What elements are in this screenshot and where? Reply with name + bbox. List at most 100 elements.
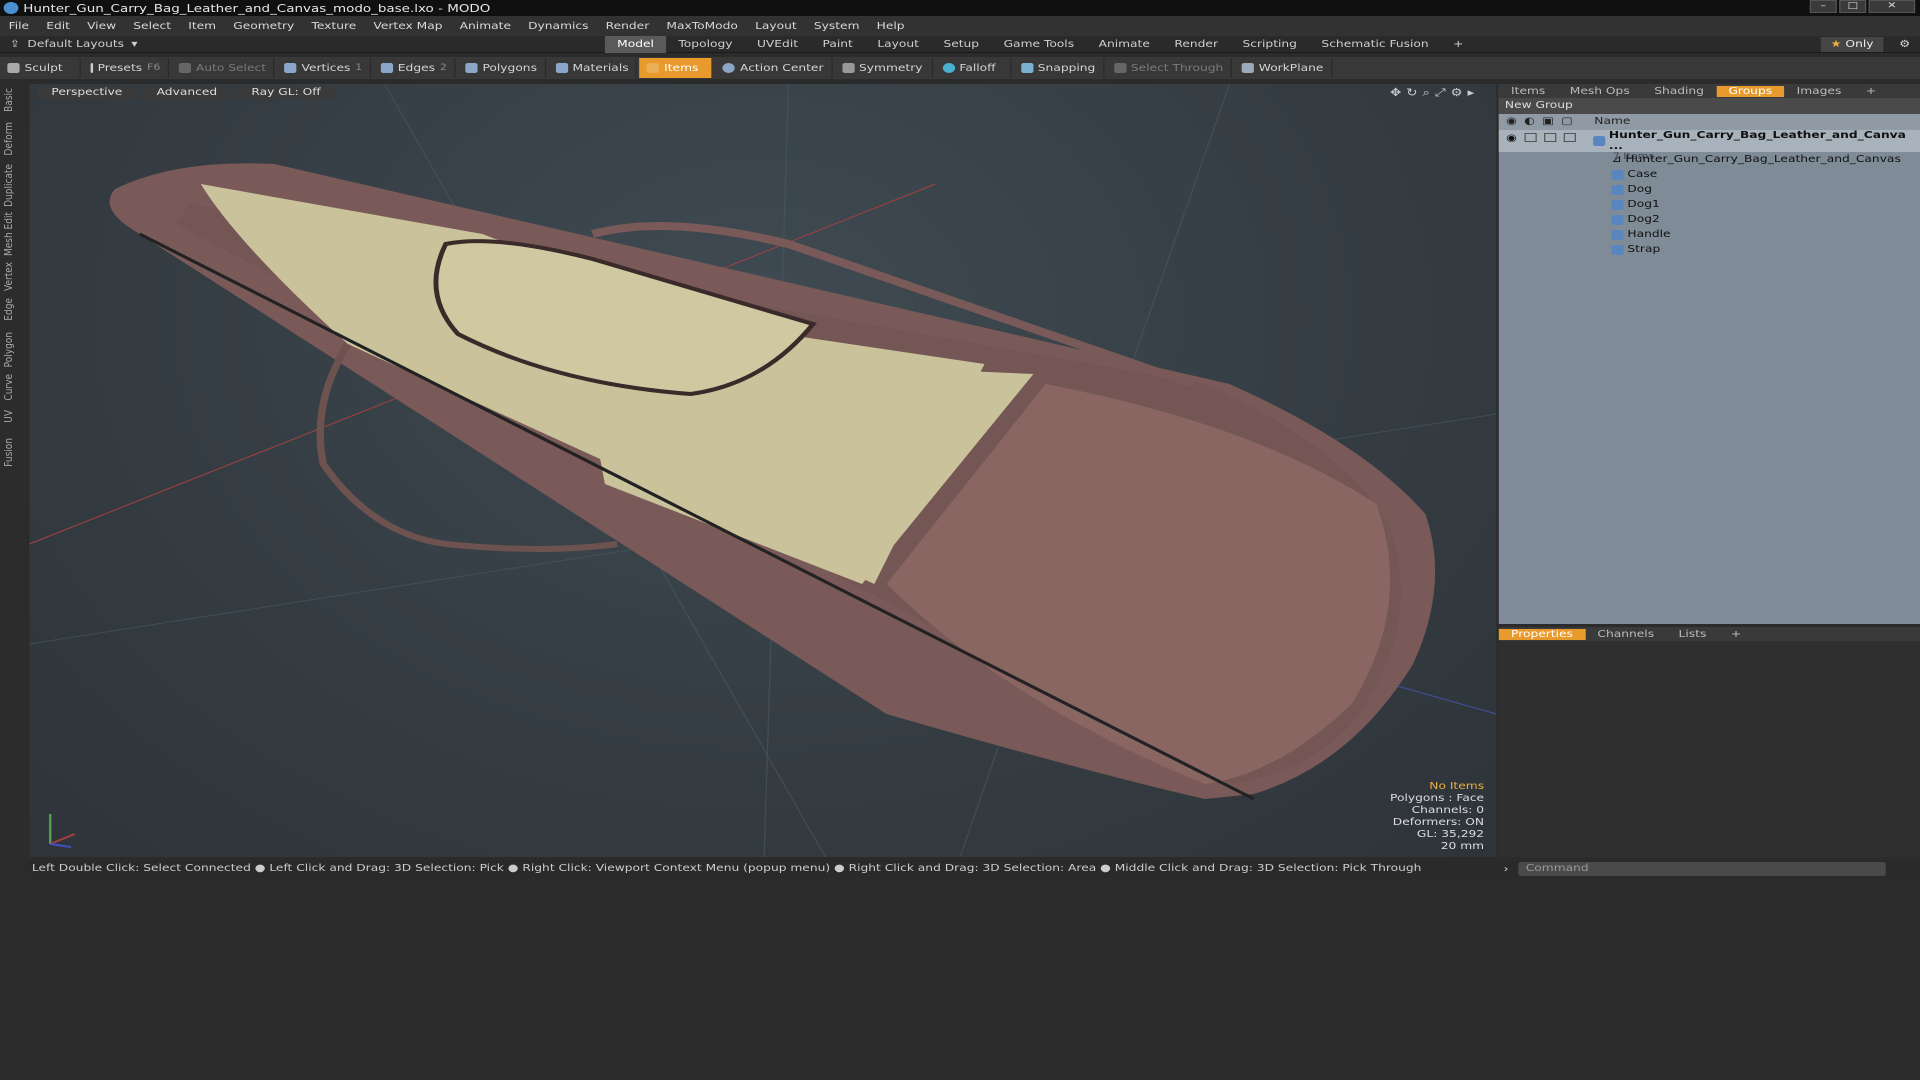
menu-item[interactable]: Item [180, 21, 225, 32]
new-group-button[interactable]: New Group [1498, 98, 1920, 114]
materials-button[interactable]: Materials [548, 58, 638, 78]
tab-scripting[interactable]: Scripting [1230, 36, 1309, 53]
menu-maxtomodo[interactable]: MaxToModo [658, 21, 747, 32]
side-tab-duplicate[interactable]: Duplicate [4, 164, 16, 207]
menu-layout[interactable]: Layout [747, 21, 806, 32]
select-column-icon[interactable]: ▢ [1561, 114, 1573, 130]
select-toggle[interactable] [1563, 133, 1576, 142]
name-column-header[interactable]: Name [1594, 114, 1630, 130]
select-through-button[interactable]: Select Through [1106, 58, 1232, 78]
move-view-icon[interactable]: ✥ [1390, 86, 1406, 99]
auto-select-icon [178, 63, 192, 73]
side-tab-polygon[interactable]: Polygon [4, 332, 16, 367]
tab-lists[interactable]: Lists [1666, 629, 1718, 640]
tab-shading[interactable]: Shading [1642, 86, 1716, 97]
workplane-button[interactable]: WorkPlane [1234, 58, 1332, 78]
group-root-row[interactable]: ◉ Hunter_Gun_Carry_Bag_Leather_and_Canva… [1498, 130, 1920, 162]
view-settings-icon[interactable]: ⚙ [1451, 86, 1468, 99]
side-tab-uv[interactable]: UV [4, 410, 16, 423]
menu-vertex-map[interactable]: Vertex Map [365, 21, 451, 32]
tab-game-tools[interactable]: Game Tools [991, 36, 1086, 53]
lock-column-icon[interactable]: ▣ [1542, 114, 1554, 130]
maximize-view-icon[interactable]: ⤢ [1435, 86, 1451, 99]
tree-item[interactable]: Dog1 [1499, 197, 1920, 212]
add-tab-button[interactable]: + [1441, 36, 1476, 53]
tab-images[interactable]: Images [1784, 86, 1853, 97]
symmetry-button[interactable]: Symmetry [835, 58, 933, 78]
menu-view[interactable]: View [79, 21, 125, 32]
tab-channels[interactable]: Channels [1585, 629, 1666, 640]
sculpt-button[interactable]: Sculpt [0, 58, 81, 78]
only-button[interactable]: ★ Only [1820, 36, 1884, 52]
zoom-view-icon[interactable]: ⌕ [1422, 86, 1434, 99]
menu-render[interactable]: Render [597, 21, 658, 32]
side-tab-edge[interactable]: Edge [4, 298, 16, 321]
side-tab-fusion[interactable]: Fusion [4, 438, 16, 467]
falloff-button[interactable]: Falloff [935, 58, 1011, 78]
menu-help[interactable]: Help [868, 21, 913, 32]
edges-button[interactable]: Edges 2 [373, 58, 456, 78]
menu-geometry[interactable]: Geometry [225, 21, 303, 32]
tab-items[interactable]: Items [1499, 86, 1558, 97]
render-column-icon[interactable]: ◐ [1524, 114, 1535, 130]
items-button[interactable]: Items [639, 58, 714, 78]
visibility-column-icon[interactable]: ◉ [1506, 114, 1517, 130]
raygl-button[interactable]: Ray GL: Off [236, 86, 336, 99]
action-center-button[interactable]: Action Center [716, 58, 833, 78]
menu-system[interactable]: System [805, 21, 868, 32]
tab-properties[interactable]: Properties [1498, 628, 1586, 640]
tree-item[interactable]: Case [1499, 167, 1920, 182]
maximize-button[interactable]: □ [1839, 0, 1867, 13]
menu-dynamics[interactable]: Dynamics [520, 21, 598, 32]
tab-mesh-ops[interactable]: Mesh Ops [1558, 86, 1642, 97]
auto-select-button[interactable]: Auto Select [171, 58, 275, 78]
close-button[interactable]: ✕ [1868, 0, 1916, 13]
snapping-button[interactable]: Snapping [1013, 58, 1104, 78]
chevron-down-icon[interactable]: ▾ [131, 39, 137, 50]
vertices-button[interactable]: Vertices 1 [277, 58, 371, 78]
layouts-dropdown[interactable]: Default Layouts [27, 39, 124, 50]
tree-item[interactable]: Dog [1499, 182, 1920, 197]
tab-setup[interactable]: Setup [931, 36, 991, 53]
add-panel-tab-button[interactable]: + [1854, 86, 1889, 97]
tab-model[interactable]: Model [604, 35, 667, 53]
layout-up-icon[interactable]: ⇪ [10, 39, 20, 50]
tree-item[interactable]: ⊿ Hunter_Gun_Carry_Bag_Leather_and_Canvas [1499, 152, 1920, 167]
side-tab-vertex[interactable]: Vertex [4, 262, 16, 291]
advanced-button[interactable]: Advanced [141, 86, 232, 99]
add-properties-tab-button[interactable]: + [1719, 629, 1754, 640]
lock-toggle[interactable] [1543, 133, 1557, 142]
menu-animate[interactable]: Animate [451, 21, 519, 32]
tab-paint[interactable]: Paint [810, 36, 865, 53]
tree-item[interactable]: Dog2 [1499, 212, 1920, 227]
side-tab-curve[interactable]: Curve [4, 374, 16, 401]
3d-viewport[interactable]: Perspective Advanced Ray GL: Off ✥↻⌕⤢⚙▸ … [29, 84, 1497, 857]
tab-topology[interactable]: Topology [666, 36, 745, 53]
tab-layout[interactable]: Layout [865, 36, 931, 53]
render-toggle[interactable] [1524, 133, 1537, 142]
menu-file[interactable]: File [0, 21, 38, 32]
presets-button[interactable]: Presets F6 [83, 58, 169, 78]
menu-texture[interactable]: Texture [303, 21, 365, 32]
minimize-button[interactable]: – [1809, 0, 1837, 13]
eye-icon[interactable]: ◉ [1506, 133, 1517, 144]
view-menu-icon[interactable]: ▸ [1468, 86, 1480, 99]
tab-animate[interactable]: Animate [1086, 36, 1162, 53]
gear-icon[interactable]: ⚙ [1899, 39, 1910, 50]
bag-model[interactable] [29, 84, 1497, 857]
tree-item[interactable]: Strap [1499, 242, 1920, 257]
tab-uvedit[interactable]: UVEdit [745, 36, 811, 53]
tree-item[interactable]: Handle [1499, 227, 1920, 242]
menu-edit[interactable]: Edit [38, 21, 79, 32]
menu-select[interactable]: Select [125, 21, 180, 32]
tab-render[interactable]: Render [1162, 36, 1230, 53]
side-tab-deform[interactable]: Deform [4, 122, 16, 155]
tab-schematic-fusion[interactable]: Schematic Fusion [1309, 36, 1441, 53]
rotate-view-icon[interactable]: ↻ [1406, 86, 1422, 99]
perspective-button[interactable]: Perspective [36, 86, 138, 99]
polygons-button[interactable]: Polygons [458, 58, 546, 78]
tab-groups[interactable]: Groups [1716, 85, 1785, 97]
side-tab-mesh-edit[interactable]: Mesh Edit [4, 212, 16, 256]
side-tab-basic[interactable]: Basic [4, 88, 16, 112]
command-input[interactable]: Command [1518, 862, 1886, 876]
